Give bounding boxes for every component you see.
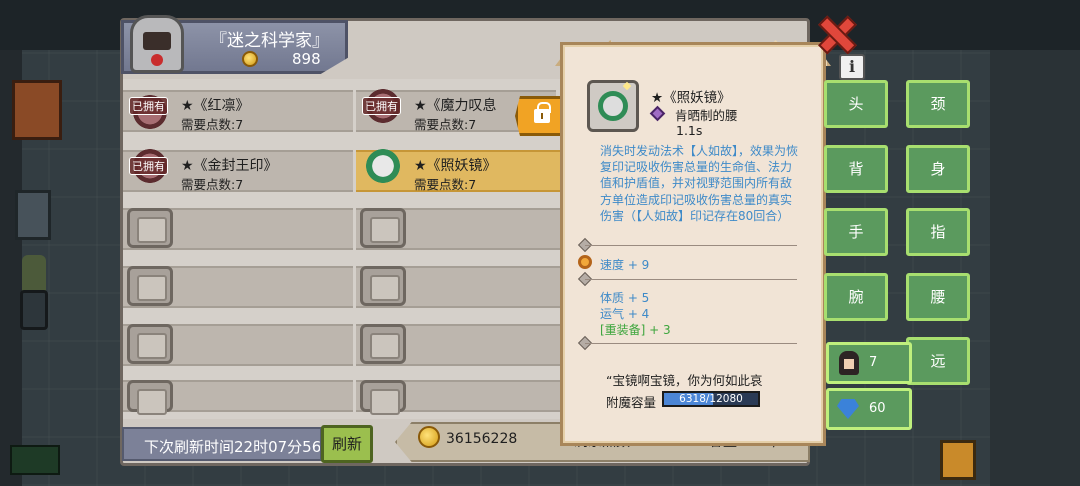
empty-slot-icon <box>360 324 406 364</box>
divider <box>585 245 797 246</box>
equip-slot-head[interactable]: 头 <box>824 80 888 128</box>
list-item-empty[interactable] <box>123 380 353 415</box>
empty-slot-icon <box>360 266 406 306</box>
lock-button[interactable] <box>515 96 565 136</box>
tooltip-quote: “宝镜啊宝镜，你为何如此哀 <box>606 373 763 388</box>
coin-icon <box>418 426 440 448</box>
refresh-timer: 下次刷新时间22时07分56 <box>122 427 322 461</box>
list-item-jinfeng[interactable]: 已拥有 ★《金封王印》 需要点数:7 <box>123 146 353 192</box>
equip-slot-finger[interactable]: 指 <box>906 208 970 256</box>
item-name: ★《红凛》 <box>181 98 250 114</box>
close-icon[interactable] <box>818 16 852 50</box>
equip-slot-waist[interactable]: 腰 <box>906 273 970 321</box>
tooltip-cooldown: 1.1s <box>676 123 703 138</box>
stat-constitution: 体质 + 5 <box>600 291 650 305</box>
background-chair <box>15 190 51 240</box>
player-gold: 898 <box>292 50 321 68</box>
enchant-label: 附魔容量 <box>606 395 657 410</box>
player-avatar <box>130 15 184 73</box>
list-item-empty[interactable] <box>123 208 353 250</box>
divider <box>585 279 797 280</box>
equip-slot-body[interactable]: 身 <box>906 145 970 193</box>
character-icon <box>839 351 859 375</box>
list-item-zhaoyao[interactable]: ★《照妖镜》 需要点数:7 <box>356 146 561 192</box>
empty-slot-icon <box>360 208 406 248</box>
equip-slot-ranged[interactable]: 远 <box>906 337 970 385</box>
lock-icon <box>534 102 551 123</box>
list-item-empty[interactable] <box>356 324 561 366</box>
info-icon[interactable]: i <box>839 54 865 80</box>
coin-total: 36156228 <box>446 431 518 447</box>
list-item-empty[interactable] <box>123 324 353 366</box>
empty-slot-icon <box>127 266 173 306</box>
sparkle-icon <box>622 81 632 91</box>
owned-badge: 已拥有 <box>129 157 168 175</box>
background-right-wall <box>990 50 1080 486</box>
background-vase <box>20 290 48 330</box>
empty-slot-icon <box>127 208 173 248</box>
item-icon-zhaoyao <box>360 146 406 186</box>
equip-slot-wrist[interactable]: 腕 <box>824 273 888 321</box>
list-item-empty[interactable] <box>356 208 561 250</box>
list-item-empty[interactable] <box>123 266 353 308</box>
item-name: ★《金封王印》 <box>181 158 278 174</box>
tooltip-item-icon <box>587 80 639 132</box>
item-points: 需要点数:7 <box>414 117 477 132</box>
equip-slot-neck[interactable]: 颈 <box>906 80 970 128</box>
item-points: 需要点数:7 <box>414 177 477 192</box>
background-console <box>10 445 60 475</box>
character-count[interactable]: 7 <box>826 342 912 384</box>
empty-slot-icon <box>127 324 173 364</box>
enchant-progress-bar: 6318/12080 <box>662 391 760 407</box>
stat-speed: 速度 + 9 <box>600 258 650 272</box>
tooltip-slot: 肯晒制的腰 <box>675 108 738 123</box>
refresh-button[interactable]: 刷新 <box>321 425 373 463</box>
stat-luck: 运气 + 4 <box>600 307 650 321</box>
tooltip-item-name: ★《照妖镜》 <box>651 90 731 106</box>
stat-heavy-gear: [重装备] + 3 <box>600 323 671 337</box>
mirror-icon <box>598 91 628 121</box>
background-machine <box>940 440 976 480</box>
enchant-value: 6318/12080 <box>679 393 743 405</box>
background-desk <box>12 80 62 140</box>
item-name: ★《照妖镜》 <box>414 158 497 174</box>
equip-slot-hand[interactable]: 手 <box>824 208 888 256</box>
list-item-empty[interactable] <box>356 266 561 308</box>
gem-icon <box>837 399 859 419</box>
item-points: 需要点数:7 <box>181 117 244 132</box>
item-name: ★《魔力叹息 <box>414 98 497 114</box>
coin-icon <box>242 51 258 67</box>
speed-icon <box>578 255 592 269</box>
owned-badge: 已拥有 <box>129 97 168 115</box>
empty-slot-icon <box>360 380 406 415</box>
player-title: 『迷之科学家』 <box>210 31 329 51</box>
divider <box>585 343 797 344</box>
item-points: 需要点数:7 <box>181 177 244 192</box>
gem-count-value: 60 <box>869 401 886 416</box>
owned-badge: 已拥有 <box>362 97 401 115</box>
equip-slot-back[interactable]: 背 <box>824 145 888 193</box>
gem-count[interactable]: 60 <box>826 388 912 430</box>
character-count-value: 7 <box>869 355 878 370</box>
list-item-hongling[interactable]: 已拥有 ★《红凛》 需要点数:7 <box>123 90 353 132</box>
empty-slot-icon <box>127 380 173 415</box>
list-item-empty[interactable] <box>356 380 561 415</box>
tooltip-description: 消失时发动法术【人如故】，效果为恢复印记吸收伤害总量的生命值、法力值和护盾值，并… <box>600 144 799 223</box>
